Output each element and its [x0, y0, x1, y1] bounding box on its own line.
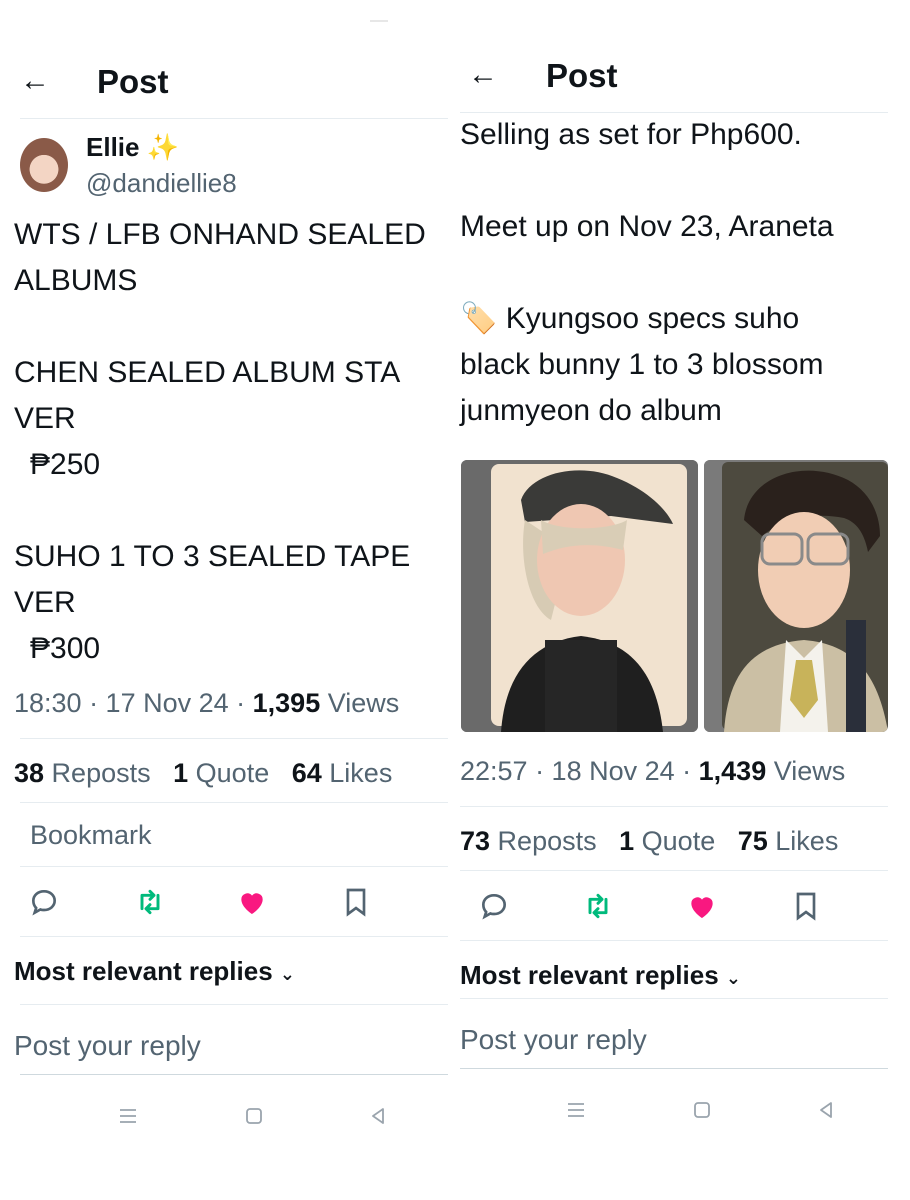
post-timestamp: 18:30 · 17 Nov 24 ·: [14, 688, 253, 718]
back-arrow-icon[interactable]: ←: [468, 60, 498, 90]
post-photo[interactable]: [704, 460, 888, 732]
quotes-count[interactable]: 1: [173, 758, 188, 788]
divider: [460, 870, 888, 871]
post-timestamp: 22:57 · 18 Nov 24 ·: [460, 756, 699, 786]
post-text-line: ALBUMS: [14, 264, 138, 297]
chevron-down-icon: ⌄: [725, 968, 741, 988]
post-text-line: CHEN SEALED ALBUM STA: [14, 356, 401, 389]
home-nav-icon[interactable]: [690, 1098, 714, 1122]
page-title: Post: [546, 57, 618, 94]
views-label: Views: [766, 756, 846, 786]
views-count: 1,395: [252, 688, 321, 718]
reply-input[interactable]: Post your reply: [14, 1030, 201, 1062]
divider: [20, 1074, 448, 1075]
author-name-text: Ellie: [86, 132, 140, 162]
repost-icon[interactable]: [134, 886, 166, 918]
replies-sort-dropdown[interactable]: Most relevant replies ⌄: [14, 956, 295, 987]
divider: [20, 738, 448, 739]
post-text-line: SUHO 1 TO 3 SEALED TAPE: [14, 540, 411, 573]
views-label: Views: [320, 688, 400, 718]
reposts-label[interactable]: Reposts: [44, 758, 151, 788]
quotes-label[interactable]: Quote: [634, 826, 716, 856]
like-icon[interactable]: [686, 890, 718, 922]
back-arrow-icon[interactable]: ←: [20, 66, 50, 96]
reply-icon[interactable]: [28, 886, 60, 918]
divider: [460, 806, 888, 807]
avatar[interactable]: [20, 138, 68, 192]
post-text-line: junmyeon do album: [460, 394, 722, 427]
reposts-label[interactable]: Reposts: [490, 826, 597, 856]
menu-nav-icon[interactable]: [564, 1098, 588, 1122]
divider: [20, 802, 448, 803]
post-text-line: black bunny 1 to 3 blossom: [460, 348, 824, 381]
chevron-down-icon: ⌄: [279, 964, 295, 984]
divider: [20, 1004, 448, 1005]
reply-icon[interactable]: [478, 890, 510, 922]
post-text-line: 🏷️ Kyungsoo specs suho: [460, 302, 800, 335]
divider: [460, 1068, 888, 1069]
author-handle[interactable]: @dandiellie8: [86, 168, 237, 199]
likes-label[interactable]: Likes: [322, 758, 392, 788]
back-nav-icon[interactable]: [366, 1104, 390, 1128]
repost-icon[interactable]: [582, 890, 614, 922]
price-text: ₱300: [30, 632, 101, 665]
menu-nav-icon[interactable]: [116, 1104, 140, 1128]
replies-sort-label: Most relevant replies: [460, 960, 719, 990]
page-title: Post: [97, 63, 169, 100]
bookmark-icon[interactable]: [340, 886, 372, 918]
post-text-line: WTS / LFB ONHAND SEALED: [14, 218, 426, 251]
back-nav-icon[interactable]: [814, 1098, 838, 1122]
reposts-count[interactable]: 38: [14, 758, 44, 788]
reply-input[interactable]: Post your reply: [460, 1024, 647, 1056]
home-nav-icon[interactable]: [242, 1104, 266, 1128]
quotes-count[interactable]: 1: [619, 826, 634, 856]
post-meta: 18:30 · 17 Nov 24 · 1,395 Views: [14, 686, 399, 720]
quotes-label[interactable]: Quote: [188, 758, 270, 788]
likes-label[interactable]: Likes: [768, 826, 838, 856]
post-text-line: VER: [14, 586, 76, 619]
bookmark-count-label[interactable]: Bookmark: [30, 820, 152, 851]
author-name[interactable]: Ellie ✨: [86, 132, 179, 163]
likes-count[interactable]: 75: [738, 826, 768, 856]
divider: [20, 866, 448, 867]
divider: [20, 936, 448, 937]
price-text: ₱250: [30, 448, 101, 481]
divider: [460, 940, 888, 941]
replies-sort-label: Most relevant replies: [14, 956, 273, 986]
sparkle-emoji: ✨: [146, 132, 180, 162]
post-text-line: VER: [14, 402, 76, 435]
like-icon[interactable]: [236, 886, 268, 918]
post-text-line: Selling as set for Php600.: [460, 118, 802, 151]
post-screen-right: ← Post Selling as set for Php600. Meet u…: [458, 0, 910, 1200]
reposts-count[interactable]: 73: [460, 826, 490, 856]
bookmark-icon[interactable]: [790, 890, 822, 922]
stats-row: 73 Reposts 1 Quote 75 Likes: [460, 824, 838, 858]
post-screen-left: ← Post Ellie ✨ @dandiellie8 WTS / LFB ON…: [0, 0, 450, 1200]
views-count: 1,439: [698, 756, 767, 786]
post-photo[interactable]: [461, 460, 698, 732]
divider: [460, 998, 888, 999]
likes-count[interactable]: 64: [292, 758, 322, 788]
stats-row: 38 Reposts 1 Quote 64 Likes: [14, 756, 392, 790]
replies-sort-dropdown[interactable]: Most relevant replies ⌄: [460, 960, 741, 991]
photocard-image: [461, 460, 698, 732]
photocard-image: [704, 460, 888, 732]
post-text-line: Meet up on Nov 23, Araneta: [460, 210, 834, 243]
divider: [20, 118, 448, 119]
post-meta: 22:57 · 18 Nov 24 · 1,439 Views: [460, 754, 845, 788]
